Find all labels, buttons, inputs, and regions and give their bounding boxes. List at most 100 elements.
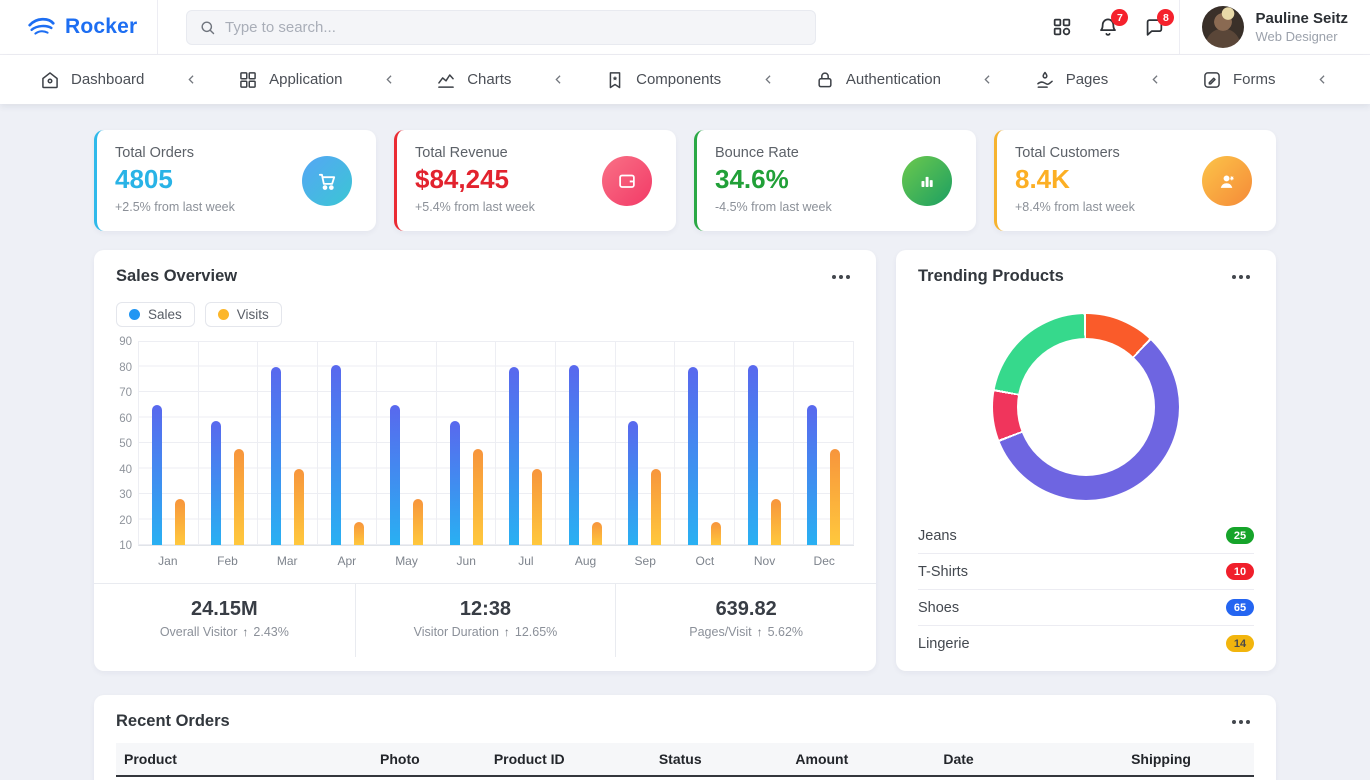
search-bar[interactable] bbox=[186, 9, 816, 45]
chevron-left-icon[interactable] bbox=[1315, 72, 1330, 87]
chevron-left-icon[interactable] bbox=[1148, 72, 1163, 87]
up-arrow-icon: ↑ bbox=[756, 625, 763, 639]
chevron-left-icon[interactable] bbox=[980, 72, 995, 87]
column-header-shipping[interactable]: Shipping bbox=[1123, 743, 1254, 776]
charts-row: Sales Overview Sales Visits 90 80 70 60 50 40… bbox=[94, 250, 1276, 671]
grid-icon bbox=[238, 70, 258, 90]
chevron-left-icon[interactable] bbox=[184, 72, 199, 87]
legend-item-visits[interactable]: Visits bbox=[204, 302, 282, 327]
bar-visits-jul[interactable] bbox=[532, 469, 543, 545]
count-badge: 65 bbox=[1226, 599, 1254, 616]
bar-sales-oct[interactable] bbox=[687, 367, 698, 545]
footer-stat-delta: 12.65% bbox=[514, 625, 558, 639]
bar-sales-aug[interactable] bbox=[568, 365, 579, 545]
bookmark-icon bbox=[605, 70, 625, 90]
form-pencil-icon bbox=[1202, 70, 1222, 90]
bar-sales-sep[interactable] bbox=[628, 421, 639, 545]
stat-card-total-orders: Total Orders 4805 +2.5% from last week bbox=[94, 130, 376, 231]
bar-visits-oct[interactable] bbox=[710, 522, 721, 545]
avatar bbox=[1202, 6, 1245, 48]
more-menu-icon[interactable] bbox=[828, 271, 854, 283]
table-row[interactable] bbox=[116, 776, 1254, 780]
user-icon bbox=[1202, 156, 1252, 206]
user-name: Pauline Seitz bbox=[1255, 10, 1348, 28]
trending-item-jeans[interactable]: Jeans 25 bbox=[918, 518, 1254, 554]
x-axis-label: Jun bbox=[456, 554, 476, 568]
donut-chart bbox=[993, 314, 1179, 500]
stats-row: Total Orders 4805 +2.5% from last week T… bbox=[94, 130, 1276, 231]
cart-icon bbox=[302, 156, 352, 206]
hand-drop-icon bbox=[1035, 70, 1055, 90]
legend-item-sales[interactable]: Sales bbox=[116, 302, 195, 327]
main-content: Total Orders 4805 +2.5% from last week T… bbox=[0, 104, 1370, 780]
notifications-bell-icon[interactable]: 7 bbox=[1097, 9, 1129, 38]
footer-stat-label: Visitor Duration ↑ 12.65% bbox=[413, 625, 558, 639]
plot-column-dec bbox=[794, 342, 854, 545]
search-icon bbox=[201, 20, 215, 34]
messages-chat-icon[interactable]: 8 bbox=[1143, 9, 1175, 38]
bar-visits-sep[interactable] bbox=[651, 469, 662, 545]
nav-item-application[interactable]: Application bbox=[238, 70, 343, 90]
nav-item-charts[interactable]: Charts bbox=[436, 70, 511, 90]
bar-sales-jan[interactable] bbox=[151, 405, 162, 545]
column-header-product-id[interactable]: Product ID bbox=[485, 743, 651, 776]
bar-sales-feb[interactable] bbox=[211, 421, 222, 545]
more-menu-icon[interactable] bbox=[1228, 271, 1254, 283]
bar-visits-apr[interactable] bbox=[353, 522, 364, 545]
apps-menu-icon[interactable] bbox=[1051, 16, 1073, 38]
chevron-left-icon[interactable] bbox=[551, 72, 566, 87]
nav-item-label: Components bbox=[636, 71, 722, 88]
trending-item-label: T-Shirts bbox=[918, 563, 968, 580]
column-header-date[interactable]: Date bbox=[935, 743, 1124, 776]
nav-item-authentication[interactable]: Authentication bbox=[815, 70, 941, 90]
column-header-product[interactable]: Product bbox=[116, 743, 373, 776]
footer-stat-value: 24.15M bbox=[190, 598, 258, 620]
x-axis-label: Mar bbox=[276, 554, 298, 568]
nav-item-dashboard[interactable]: Dashboard bbox=[40, 70, 144, 90]
more-menu-icon[interactable] bbox=[1228, 716, 1254, 728]
column-header-status[interactable]: Status bbox=[650, 743, 788, 776]
chevron-left-icon[interactable] bbox=[761, 72, 776, 87]
column-header-photo[interactable]: Photo bbox=[372, 743, 486, 776]
x-axis-label: Sep bbox=[634, 554, 656, 568]
bar-sales-may[interactable] bbox=[390, 405, 401, 545]
y-axis-tick: 60 bbox=[119, 412, 132, 425]
bar-visits-jan[interactable] bbox=[174, 499, 185, 545]
nav-item-label: Authentication bbox=[845, 71, 941, 88]
search-input[interactable] bbox=[225, 18, 803, 36]
top-header: Rocker 7 8 bbox=[0, 0, 1370, 55]
home-icon bbox=[40, 70, 60, 90]
user-profile[interactable]: Pauline Seitz Web Designer bbox=[1179, 0, 1370, 55]
bar-sales-dec[interactable] bbox=[807, 405, 818, 545]
nav-item-label: Dashboard bbox=[71, 71, 145, 88]
y-axis-tick: 40 bbox=[119, 463, 132, 476]
trending-item-lingerie[interactable]: Lingerie 14 bbox=[918, 626, 1254, 661]
column-header-amount[interactable]: Amount bbox=[787, 743, 936, 776]
nav-item-components[interactable]: Components bbox=[605, 70, 721, 90]
plot-area bbox=[138, 341, 854, 546]
bar-sales-jul[interactable] bbox=[509, 367, 520, 545]
bar-visits-mar[interactable] bbox=[293, 469, 304, 545]
nav-item-forms[interactable]: Forms bbox=[1202, 70, 1275, 90]
bar-sales-mar[interactable] bbox=[270, 367, 281, 545]
bar-visits-feb[interactable] bbox=[234, 449, 245, 545]
footer-stat-value: 12:38 bbox=[459, 598, 512, 620]
bar-sales-apr[interactable] bbox=[330, 365, 341, 545]
bar-sales-nov[interactable] bbox=[747, 365, 758, 545]
trending-products-title: Trending Products bbox=[918, 267, 1064, 285]
plot-column-oct bbox=[675, 342, 735, 545]
bar-visits-dec[interactable] bbox=[830, 449, 841, 545]
brand-logo[interactable]: Rocker bbox=[0, 0, 158, 54]
nav-item-pages[interactable]: Pages bbox=[1035, 70, 1108, 90]
sales-overview-title: Sales Overview bbox=[116, 267, 238, 285]
bar-chart: 90 80 70 60 50 40 30 20 10 bbox=[94, 327, 876, 552]
bar-visits-nov[interactable] bbox=[770, 499, 781, 545]
bar-visits-jun[interactable] bbox=[472, 449, 483, 545]
bar-visits-may[interactable] bbox=[413, 499, 424, 545]
trending-item-t-shirts[interactable]: T-Shirts 10 bbox=[918, 554, 1254, 590]
footer-stat-label: Overall Visitor ↑ 2.43% bbox=[159, 625, 289, 639]
bar-visits-aug[interactable] bbox=[591, 522, 602, 545]
chevron-left-icon[interactable] bbox=[382, 72, 397, 87]
bar-sales-jun[interactable] bbox=[449, 421, 460, 545]
trending-item-shoes[interactable]: Shoes 65 bbox=[918, 590, 1254, 626]
